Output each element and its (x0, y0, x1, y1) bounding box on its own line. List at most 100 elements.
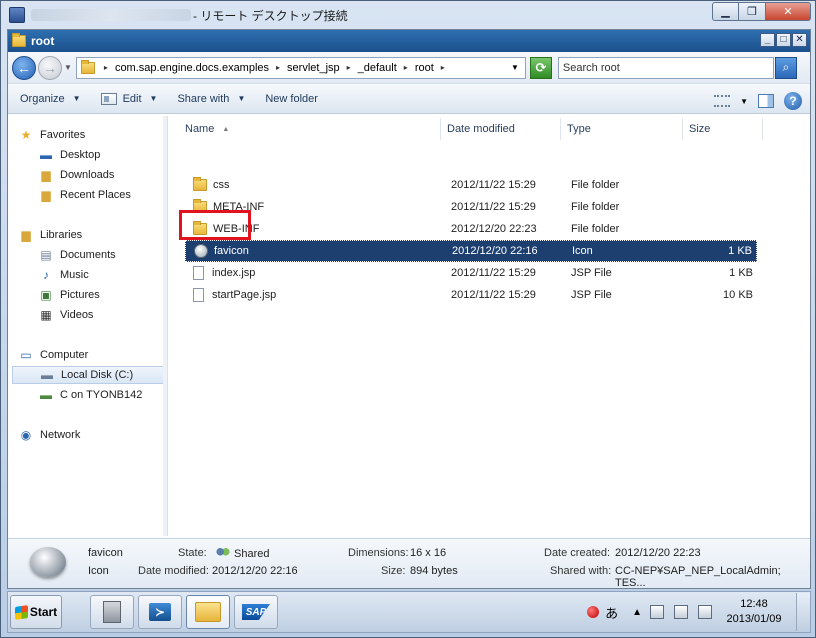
column-type[interactable]: Type (561, 118, 683, 140)
nav-desktop[interactable]: ▬ Desktop (38, 146, 100, 164)
system-tray: あ ▲ 12:48 2013/01/09 (587, 592, 810, 632)
file-row[interactable]: css 2012/11/22 15:29 File folder (185, 174, 757, 196)
blurred-hostname (31, 9, 191, 21)
file-icon (193, 266, 204, 280)
nav-libraries[interactable]: ▆ Libraries (18, 226, 82, 244)
details-shared-label: Shared with: (550, 565, 612, 577)
libraries-icon: ▆ (21, 228, 31, 242)
explorer-minimize-button[interactable]: _ (760, 33, 775, 47)
edit-menu[interactable]: Edit ▼ (100, 92, 157, 105)
network-tray-icon[interactable] (674, 605, 688, 619)
volume-muted-icon[interactable] (698, 605, 712, 619)
explorer-maximize-button[interactable]: □ (776, 33, 791, 47)
nav-local-disk[interactable]: ▬ Local Disk (C:) (12, 366, 166, 384)
nav-pictures[interactable]: ▣ Pictures (38, 286, 99, 304)
details-modified-label: Date modified: (138, 565, 209, 577)
explorer-icon (195, 602, 221, 622)
file-row[interactable]: WEB-INF 2012/12/20 22:23 File folder (185, 218, 757, 240)
nav-downloads[interactable]: ▆ Downloads (38, 166, 114, 184)
share-with-menu[interactable]: Share with ▼ (177, 93, 245, 105)
back-button[interactable]: ← (12, 55, 36, 80)
show-hidden-icons-button[interactable]: ▲ (632, 607, 642, 618)
nav-documents[interactable]: ▤ Documents (38, 246, 115, 264)
nav-music[interactable]: ♪ Music (38, 266, 89, 284)
explorer-title-bar[interactable]: root _ □ ✕ (8, 30, 810, 52)
chevron-down-icon[interactable]: ▼ (740, 97, 748, 106)
nav-videos[interactable]: ▦ Videos (38, 306, 93, 324)
nav-recent-places[interactable]: ▆ Recent Places (38, 186, 131, 204)
preview-pane-icon[interactable] (758, 94, 774, 108)
remote-desktop-icon (9, 7, 25, 23)
breadcrumb-item[interactable]: root (415, 62, 434, 74)
sort-ascending-icon: ▲ (222, 125, 230, 133)
address-dropdown[interactable]: ▼ (511, 63, 519, 72)
file-icon (193, 288, 204, 302)
pictures-icon: ▣ (40, 288, 52, 302)
column-name[interactable]: Name ▲ (179, 118, 441, 140)
downloads-icon: ▆ (41, 168, 51, 182)
videos-icon: ▦ (40, 308, 52, 322)
change-view-icon[interactable] (714, 95, 731, 107)
windows-logo-icon (14, 604, 28, 620)
taskbar-explorer[interactable] (186, 595, 230, 629)
sap-logo-icon: SAP (242, 604, 270, 620)
file-row[interactable]: META-INF 2012/11/22 15:29 File folder (185, 196, 757, 218)
taskbar-powershell[interactable]: ≻ (138, 595, 182, 629)
recent-pages-dropdown[interactable]: ▼ (64, 63, 72, 72)
details-dimensions-value: 16 x 16 (410, 547, 447, 559)
nav-computer[interactable]: ▭ Computer (18, 346, 88, 364)
explorer-window: root _ □ ✕ ← → ▼ ▸ com.sap.engine.docs.e… (7, 29, 811, 589)
highlight-annotation (179, 210, 251, 240)
nav-network-drive[interactable]: ▬ C on TYONB142 (38, 386, 142, 404)
refresh-button[interactable]: ⟳ (529, 56, 552, 79)
folder-icon (193, 177, 207, 191)
column-size[interactable]: Size (683, 118, 763, 140)
action-center-flag-icon[interactable] (650, 605, 664, 619)
documents-icon: ▤ (40, 248, 52, 262)
command-bar: Organize ▼ Edit ▼ Share with ▼ New folder (8, 84, 810, 114)
start-button[interactable]: Start (10, 595, 62, 629)
taskbar-sap[interactable]: SAP (234, 595, 278, 629)
forward-button[interactable]: → (38, 55, 62, 80)
column-date-modified[interactable]: Date modified (441, 118, 561, 140)
details-size-value: 894 bytes (410, 565, 458, 577)
organize-menu[interactable]: Organize ▼ (20, 93, 81, 105)
address-bar[interactable]: ▸ com.sap.engine.docs.examples ▸ servlet… (75, 56, 526, 79)
breadcrumb-item[interactable]: servlet_jsp (287, 62, 340, 74)
explorer-title: root (31, 34, 55, 48)
file-list: Name ▲ Date modified Type Size css 2012/1… (169, 116, 810, 536)
clock[interactable]: 12:48 2013/01/09 (722, 597, 786, 627)
ime-indicator[interactable]: あ (587, 603, 618, 622)
address-row: ← → ▼ ▸ com.sap.engine.docs.examples ▸ s… (8, 52, 810, 84)
rdp-restore-button[interactable]: ❐ (739, 2, 766, 21)
rdp-title: - リモート デスクトップ接続 (193, 8, 348, 23)
computer-icon: ▭ (20, 348, 32, 362)
edit-icon (100, 92, 117, 105)
breadcrumb-item[interactable]: _default (358, 62, 397, 74)
breadcrumb-item[interactable]: com.sap.engine.docs.examples (115, 62, 269, 74)
rdp-close-button[interactable]: ✕ (766, 2, 811, 21)
taskbar-server-manager[interactable] (90, 595, 134, 629)
file-row[interactable]: index.jsp 2012/11/22 15:29 JSP File 1 KB (185, 262, 757, 284)
nav-scrollbar[interactable] (163, 116, 167, 536)
favicon-preview-icon (30, 547, 66, 577)
navigation-pane: ★ Favorites ▬ Desktop ▆ Downloads ▆ Recent P… (8, 116, 168, 536)
explorer-close-button[interactable]: ✕ (792, 33, 807, 47)
search-input[interactable]: Search root (557, 56, 774, 79)
drive-icon: ▬ (41, 368, 53, 382)
folder-icon (80, 59, 95, 74)
nav-network[interactable]: ◉ Network (18, 426, 81, 444)
show-desktop-button[interactable] (796, 593, 810, 631)
rdp-title-bar[interactable]: - リモート デスクトップ接続 ▁ ❐ ✕ (1, 1, 816, 29)
taskbar: Start ≻ SAP あ ▲ 12:48 2013/01/09 (7, 591, 811, 633)
music-icon: ♪ (43, 268, 49, 282)
rdp-minimize-button[interactable]: ▁ (712, 2, 739, 21)
favicon-icon (194, 244, 208, 258)
new-folder-button[interactable]: New folder (265, 93, 318, 105)
search-icon[interactable]: ⌕ (774, 56, 797, 79)
details-filename: favicon (88, 547, 123, 559)
file-row[interactable]: startPage.jsp 2012/11/22 15:29 JSP File … (185, 284, 757, 306)
nav-favorites[interactable]: ★ Favorites (18, 126, 86, 144)
file-row-selected[interactable]: favicon 2012/12/20 22:16 Icon 1 KB (185, 240, 757, 262)
help-icon[interactable]: ? (784, 92, 802, 110)
